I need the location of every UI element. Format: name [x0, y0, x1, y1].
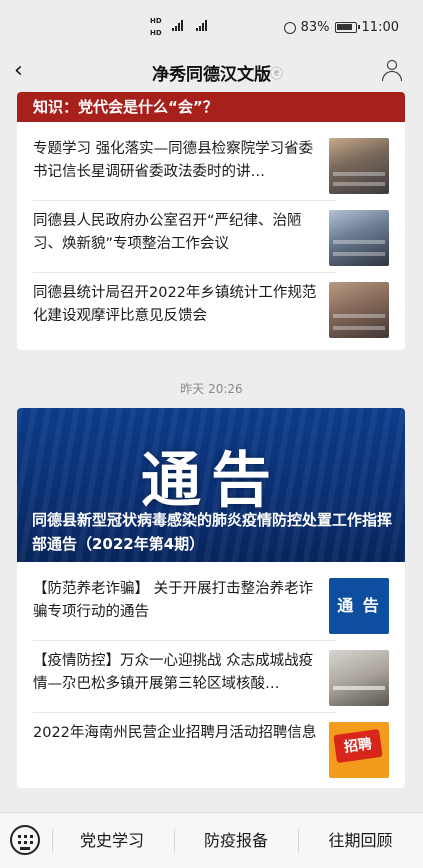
- bottom-menu: 党史学习 防疫报备 往期回顾: [0, 812, 423, 868]
- divider: [33, 200, 337, 201]
- article-card-2: 通告 同德县新型冠状病毒感染的肺炎疫情防控处置工作指挥部通告（2022年第4期）…: [17, 408, 405, 788]
- article-title: 同德县统计局召开2022年乡镇统计工作规范化建设观摩评比意见反馈会: [33, 285, 317, 324]
- article-card-1: 知识：党代会是什么“会”？ 专题学习 强化落实—同德县检察院学习省委书记信长星调…: [17, 92, 405, 350]
- article-thumbnail: [329, 282, 389, 338]
- card1-banner[interactable]: 知识：党代会是什么“会”？: [17, 92, 405, 122]
- headline-banner[interactable]: 通告 同德县新型冠状病毒感染的肺炎疫情防控处置工作指挥部通告（2022年第4期）: [17, 408, 405, 562]
- sim-indicator: HD HD: [150, 17, 162, 37]
- clock: 11:00: [361, 20, 399, 35]
- divider: [33, 712, 337, 713]
- keyboard-icon[interactable]: [10, 825, 40, 855]
- menu-past-issues[interactable]: 往期回顾: [298, 813, 423, 868]
- recruit-thumbnail: 招聘: [329, 722, 389, 778]
- recruit-tag: 招聘: [333, 728, 383, 764]
- page-title: 净秀同德汉文版: [152, 65, 271, 85]
- article-title: 专题学习 强化落实—同德县检察院学习省委书记信长星调研省委政法委时的讲…: [33, 141, 314, 180]
- article-thumbnail: [329, 210, 389, 266]
- divider: [33, 640, 337, 641]
- menu-epidemic-report[interactable]: 防疫报备: [174, 813, 298, 868]
- article-title: 2022年海南州民营企业招聘月活动招聘信息: [33, 725, 317, 741]
- menu-party-history[interactable]: 党史学习: [52, 813, 172, 868]
- signal-icon-2: [196, 19, 207, 31]
- banner-caption: 同德县新型冠状病毒感染的肺炎疫情防控处置工作指挥部通告（2022年第4期）: [32, 511, 393, 553]
- article-thumbnail: [329, 650, 389, 706]
- list-item[interactable]: 2022年海南州民营企业招聘月活动招聘信息 招聘: [33, 722, 389, 788]
- ear-icon: ⓔ: [270, 67, 284, 82]
- sim2-label: HD: [150, 29, 162, 37]
- status-bar: HD HD 83% 11:00: [0, 0, 423, 52]
- profile-icon[interactable]: [381, 60, 403, 82]
- battery-icon: [334, 22, 360, 33]
- divider: [33, 272, 337, 273]
- alarm-icon: [283, 21, 296, 34]
- signal-icon: [172, 19, 183, 31]
- sim1-label: HD: [150, 17, 162, 25]
- article-title: 同德县人民政府办公室召开“严纪律、治陋习、焕新貌”专项整治工作会议: [33, 213, 302, 252]
- article-title: 【防范养老诈骗】 关于开展打击整治养老诈骗专项行动的通告: [33, 581, 314, 620]
- article-thumbnail: [329, 138, 389, 194]
- banner-heading: 通告: [141, 446, 281, 516]
- notice-thumbnail: 通 告: [329, 578, 389, 634]
- message-timestamp: 昨天 20:26: [180, 382, 243, 396]
- nav-bar: ‹ 净秀同德汉文版 ⓔ: [0, 52, 423, 92]
- list-item[interactable]: 同德县统计局召开2022年乡镇统计工作规范化建设观摩评比意见反馈会: [33, 282, 389, 350]
- battery-percent: 83%: [300, 20, 330, 35]
- article-title: 【疫情防控】万众一心迎挑战 众志成城战疫情—尕巴松多镇开展第三轮区域核酸…: [33, 653, 314, 692]
